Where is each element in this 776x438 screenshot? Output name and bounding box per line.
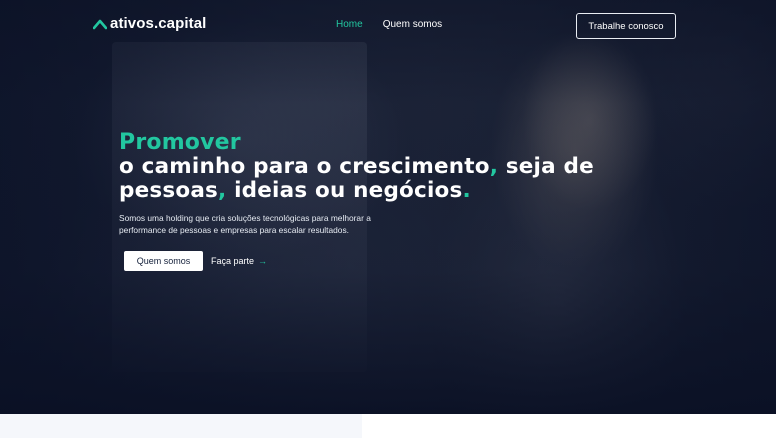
headline-line-2-start: pessoas	[119, 178, 219, 203]
headline-line-1-text: o caminho para o crescimento	[119, 154, 490, 179]
headline-line-1-tail: seja de	[498, 154, 594, 179]
headline-accent: Promover	[119, 130, 241, 155]
headline-comma-1: ,	[489, 154, 499, 179]
quem-somos-button[interactable]: Quem somos	[124, 251, 203, 271]
faca-parte-link[interactable]: Faça parte →	[211, 256, 267, 266]
brand-logo[interactable]: ativos.capital	[93, 15, 206, 32]
hero-description: Somos uma holding que cria soluções tecn…	[119, 213, 371, 235]
headline-period: .	[462, 178, 471, 203]
hero-dark-overlay	[0, 0, 776, 414]
hero-headline: Promover o caminho para o crescimento, s…	[119, 130, 594, 203]
next-section-strip	[0, 414, 776, 438]
hero-section: ativos.capital Home Quem somos Trabalhe …	[0, 0, 776, 414]
arrow-right-icon: →	[258, 256, 268, 266]
next-section-left-panel	[0, 414, 362, 438]
main-nav: Home Quem somos	[336, 19, 442, 30]
headline-line-2-tail: ideias ou negócios	[226, 178, 463, 203]
headline-line-2: pessoas, ideias ou negócios.	[119, 179, 594, 203]
nav-quem-somos[interactable]: Quem somos	[383, 19, 442, 30]
chevron-up-logo-icon	[93, 19, 107, 29]
nav-home[interactable]: Home	[336, 19, 363, 30]
trabalhe-conosco-button[interactable]: Trabalhe conosco	[576, 13, 676, 39]
brand-name: ativos.capital	[110, 15, 207, 32]
headline-line-1: o caminho para o crescimento, seja de	[119, 155, 594, 179]
faca-parte-label: Faça parte	[211, 256, 255, 266]
landing-page: ativos.capital Home Quem somos Trabalhe …	[0, 0, 776, 438]
